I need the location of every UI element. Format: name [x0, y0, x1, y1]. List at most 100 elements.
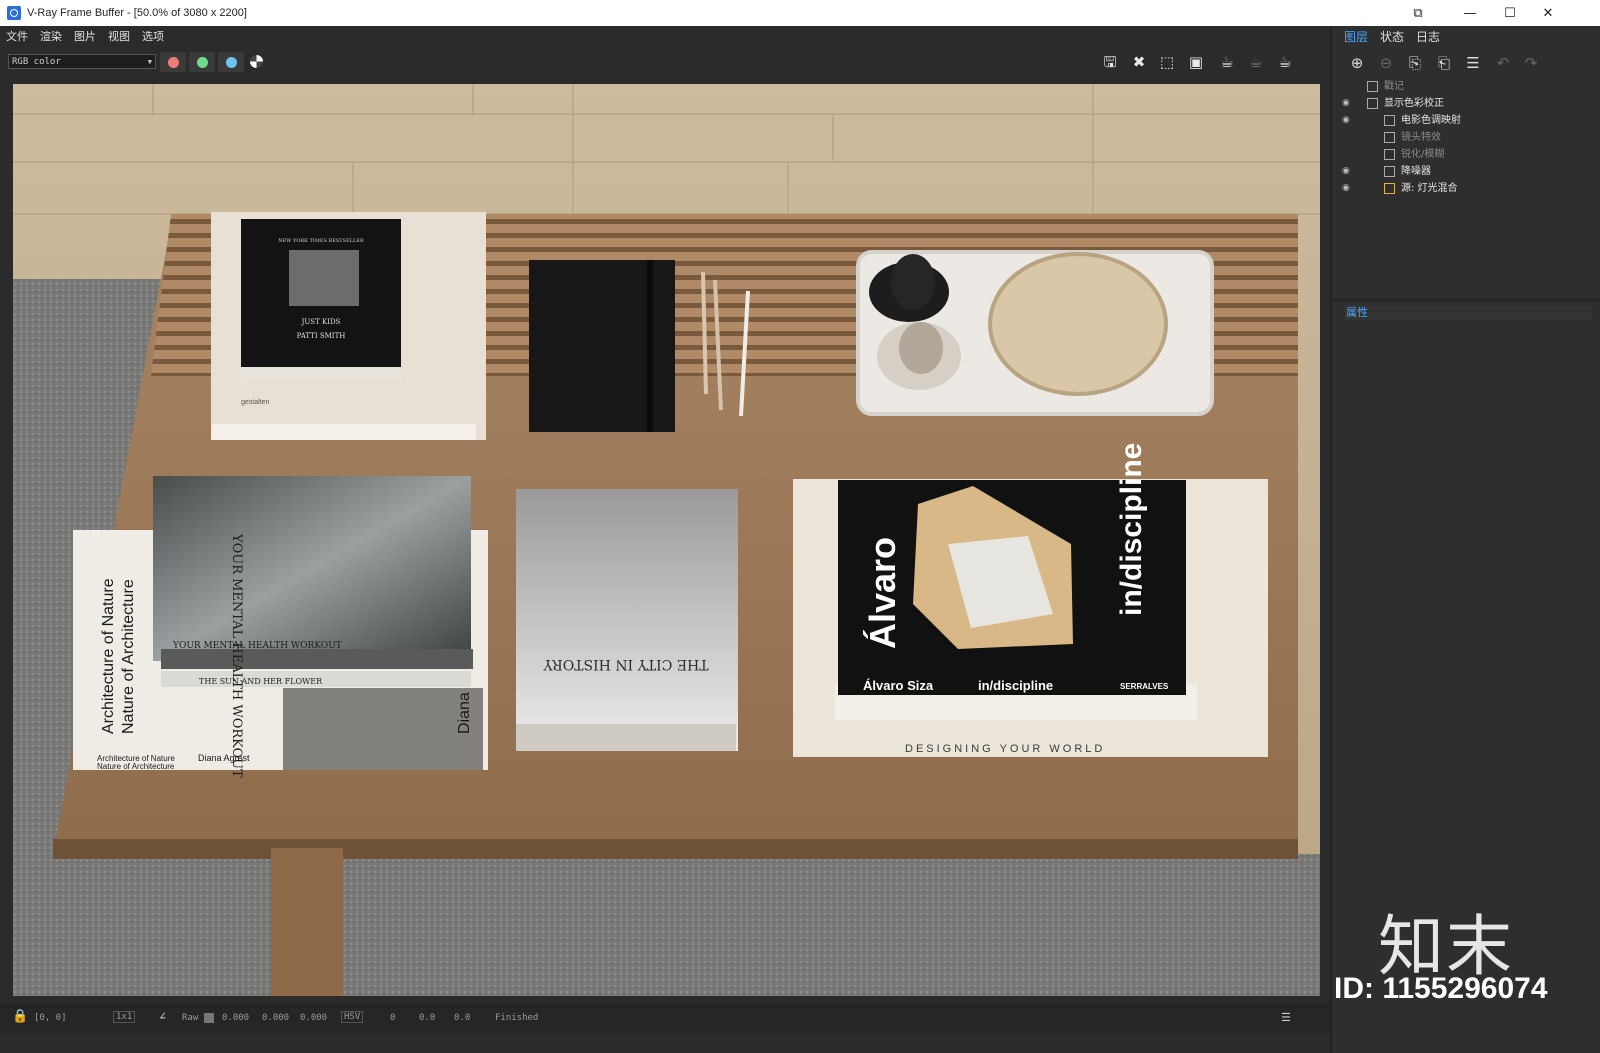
menu-options[interactable]: 选项	[136, 28, 170, 44]
diana-spine-text: Diana	[456, 692, 473, 734]
layer-label: 降噪器	[1401, 166, 1431, 177]
wooden-bowl	[988, 252, 1168, 396]
layer-item-lightmix[interactable]: ◉ 源: 灯光混合	[1332, 180, 1600, 197]
render-region-icon[interactable]: ⧉	[1398, 0, 1438, 26]
eye-icon[interactable]: ◉	[1342, 95, 1350, 112]
pixel-coords: [0, 0]	[34, 1013, 67, 1023]
layer-label: 锐化/模糊	[1401, 149, 1445, 160]
indiscipline-cover-text: in/discipline	[1115, 443, 1148, 616]
city-history-book	[516, 489, 738, 751]
hsv-s-value: 0.0	[419, 1013, 436, 1023]
color-picker-icon[interactable]: ∠	[159, 1009, 166, 1023]
watermark-id: ID: 1155296074	[1334, 972, 1548, 1005]
black-cup	[891, 254, 935, 310]
add-layer-icon[interactable]: ⊕	[1346, 52, 1368, 74]
track-mouse-icon[interactable]: ⬚	[1157, 52, 1177, 72]
channel-select[interactable]: RGB color ▼	[8, 54, 156, 69]
vray-logo-icon	[7, 6, 21, 20]
layer-item-stamp[interactable]: 戳记	[1332, 78, 1600, 95]
color-space-select[interactable]: HSV	[341, 1011, 364, 1023]
hsv-v-value: 0.0	[454, 1013, 471, 1023]
stop-render-icon[interactable]: ☕	[1246, 52, 1266, 72]
green-channel-button[interactable]	[189, 52, 215, 72]
load-layers-icon[interactable]: ⎗	[1433, 52, 1455, 74]
red-dot-icon	[168, 57, 179, 68]
table-leg	[271, 848, 343, 996]
tab-layers[interactable]: 图层	[1344, 28, 1368, 46]
render-viewport[interactable]: gestalten NEW YORK TIMES BESTSELLER JUST…	[13, 84, 1320, 996]
close-button[interactable]: ✕	[1528, 0, 1568, 26]
architecture-ink	[283, 688, 483, 770]
architecture-title-2: Nature of Architecture	[120, 579, 137, 734]
gestalten-label: gestalten	[241, 399, 270, 406]
panel-toggle-icon[interactable]: ☰	[1281, 1011, 1291, 1024]
eye-icon[interactable]: ◉	[1342, 163, 1350, 180]
mental-health-cover-text: YOUR MENTAL HEALTH WORKOUT	[229, 533, 244, 778]
render-icon[interactable]: ☕	[1275, 52, 1295, 72]
raw-mode-label: Raw	[182, 1013, 199, 1023]
save-image-icon[interactable]: 🖫	[1100, 52, 1120, 72]
eye-icon[interactable]: ◉	[1342, 180, 1350, 197]
layer-list: 戳记 ◉ 显示色彩校正 ◉ 电影色调映射 镜头特效 锐化/模糊 ◉ 降噪器 ◉	[1332, 78, 1600, 197]
mental-health-spine	[161, 649, 473, 669]
undo-icon[interactable]: ↶	[1492, 52, 1514, 74]
menu-bar: 文件 渲染 图片 视图 选项	[0, 26, 1330, 46]
pixel-ratio-select[interactable]: 1x1	[113, 1011, 136, 1023]
layer-label: 戳记	[1384, 81, 1404, 92]
gestalten-pages	[211, 424, 476, 440]
maximize-button[interactable]: ☐	[1490, 0, 1530, 26]
layer-item-display-correction[interactable]: ◉ 显示色彩校正	[1332, 95, 1600, 112]
lightmix-icon	[1384, 183, 1395, 194]
rgb-b-value: 0.000	[300, 1013, 328, 1023]
layer-presets-icon[interactable]: ☰	[1462, 52, 1484, 74]
rgb-g-value: 0.000	[262, 1013, 290, 1023]
city-history-pages	[516, 724, 736, 751]
menu-image[interactable]: 图片	[68, 28, 102, 44]
tab-stats[interactable]: 状态	[1380, 28, 1404, 46]
layer-item-filmic-tonemap[interactable]: ◉ 电影色调映射	[1332, 112, 1600, 129]
mental-health-spine-text: YOUR MENTAL HEALTH WORKOUT	[172, 641, 342, 651]
display-correction-icon	[1367, 98, 1378, 109]
panel-splitter[interactable]	[1332, 298, 1600, 302]
redo-icon[interactable]: ↷	[1520, 52, 1542, 74]
black-notebook	[529, 260, 675, 432]
stamp-layer-icon	[1367, 81, 1378, 92]
layer-item-lens-effects[interactable]: 镜头特效	[1332, 129, 1600, 146]
clear-image-icon[interactable]: ✖	[1129, 52, 1149, 72]
lock-icon[interactable]: 🔒	[12, 1009, 28, 1024]
window-title: V-Ray Frame Buffer - [50.0% of 3080 x 22…	[27, 7, 247, 19]
save-layers-icon[interactable]: ⎘	[1404, 52, 1426, 74]
alvaro-cover-text: Álvaro	[862, 537, 903, 649]
layer-item-sharpen-blur[interactable]: 锐化/模糊	[1332, 146, 1600, 163]
render-status: Finished	[495, 1013, 539, 1023]
tab-log[interactable]: 日志	[1416, 28, 1440, 46]
menu-view[interactable]: 视图	[102, 28, 136, 44]
chevron-down-icon: ▼	[147, 58, 152, 66]
just-kids-pages	[241, 367, 401, 381]
layer-label: 源: 灯光混合	[1401, 183, 1458, 194]
render-image: gestalten NEW YORK TIMES BESTSELLER JUST…	[13, 84, 1320, 996]
blue-channel-button[interactable]	[218, 52, 244, 72]
rgb-r-value: 0.000	[222, 1013, 250, 1023]
layer-label: 镜头特效	[1401, 132, 1441, 143]
render-interactive-icon[interactable]: ☕	[1217, 52, 1237, 72]
designing-world-spine: DESIGNING YOUR WORLD	[905, 743, 1105, 755]
alpha-channel-icon[interactable]	[250, 55, 263, 68]
menu-render[interactable]: 渲染	[34, 28, 68, 44]
menu-file[interactable]: 文件	[0, 28, 34, 44]
layer-item-denoiser[interactable]: ◉ 降噪器	[1332, 163, 1600, 180]
rug-bottom	[13, 854, 1320, 996]
region-render-icon[interactable]: ▣	[1186, 52, 1206, 72]
red-channel-button[interactable]	[160, 52, 186, 72]
sun-flower-text: THE SUN AND HER FLOWER	[199, 677, 323, 686]
beige-cup	[899, 322, 943, 374]
green-dot-icon	[197, 57, 208, 68]
architecture-spine-text-2: Nature of Architecture	[97, 762, 175, 771]
minimize-button[interactable]: —	[1450, 0, 1490, 26]
color-swatch	[204, 1013, 214, 1023]
eye-icon[interactable]: ◉	[1342, 112, 1350, 129]
delete-layer-icon[interactable]: ⊖	[1375, 52, 1397, 74]
indiscipline-spine-text: in/discipline	[978, 678, 1053, 693]
notebook-band	[647, 260, 653, 432]
table-edge	[53, 839, 1298, 859]
